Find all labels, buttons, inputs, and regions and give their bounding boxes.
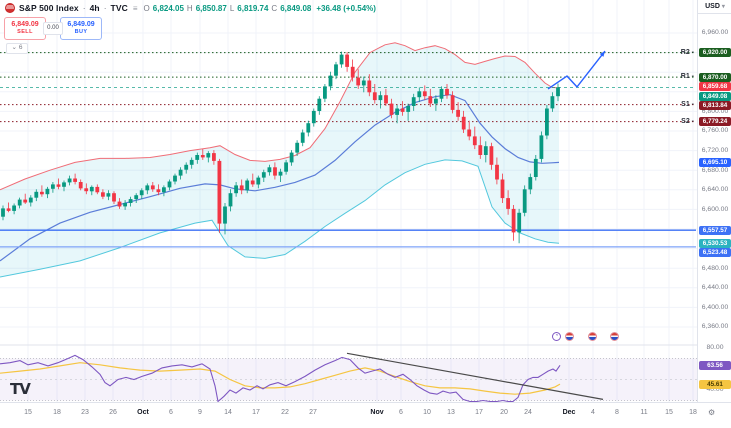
price-badge: 6,530.53 (699, 238, 731, 248)
price-tick-label: 6,640.00 (701, 186, 729, 194)
flag-event-icon[interactable] (565, 332, 574, 341)
time-label: 14 (224, 409, 232, 416)
flag-event-icon[interactable] (588, 332, 597, 341)
time-label: Nov (370, 409, 384, 416)
time-label: 17 (475, 409, 483, 416)
time-label: 13 (447, 409, 455, 416)
ohlc-value: 6,849.08 (280, 3, 312, 13)
gear-icon[interactable]: ⚙ (708, 408, 715, 417)
symbol-title[interactable]: S&P 500 Index (19, 3, 79, 13)
time-label: 23 (81, 409, 89, 416)
price-badge: 6,920.00 (699, 48, 731, 58)
chart-canvas[interactable] (0, 0, 731, 428)
time-label: 24 (524, 409, 532, 416)
currency-selector[interactable]: USD ▾ (698, 0, 731, 14)
ohlc-value: 6,819.74 (237, 3, 269, 13)
price-tick-label: 6,680.00 (701, 166, 729, 174)
ohlc-value: 6,850.87 (195, 3, 227, 13)
price-tick-label: 6,720.00 (701, 147, 729, 154)
time-label: 11 (640, 409, 648, 416)
time-label: 15 (24, 409, 32, 416)
spread-value: 0.00 (43, 22, 63, 35)
economic-event-icon[interactable]: ◔ (552, 332, 561, 341)
chevron-down-icon: ⌄ (11, 44, 17, 51)
time-label: 6 (399, 409, 403, 416)
time-label: 26 (109, 409, 117, 416)
pivot-label: S2 - (681, 117, 694, 125)
interval-label[interactable]: 4h (90, 3, 100, 13)
price-tick-label: 6,360.00 (701, 323, 729, 331)
time-label: 15 (665, 409, 673, 416)
price-badge: 6,557.57 (699, 225, 731, 235)
price-badge: 6,695.10 (699, 158, 731, 168)
price-tick-label: 6,960.00 (701, 29, 729, 37)
time-label: 8 (615, 409, 619, 416)
price-tick-label: 6,440.00 (701, 284, 729, 292)
legend-collapse-toggle[interactable]: ⌄ 6 (6, 43, 28, 54)
price-tick-label: 6,400.00 (701, 303, 729, 311)
pivot-label: S1 - (681, 100, 694, 108)
chevron-down-icon: ▾ (721, 4, 725, 10)
ohlc-label: L (229, 3, 235, 13)
pivot-label: R2 - (680, 48, 694, 56)
ohlc-label: H (186, 3, 193, 13)
time-label: 20 (500, 409, 508, 416)
time-label: 17 (252, 409, 260, 416)
time-label: 4 (591, 409, 595, 416)
time-label: 18 (53, 409, 61, 416)
sell-button[interactable]: 6,849.09 SELL (4, 17, 46, 40)
ohlc-value: 6,824.05 (152, 3, 184, 13)
time-label: 6 (169, 409, 173, 416)
time-label: 27 (309, 409, 317, 416)
price-badge: 6,849.08 (699, 91, 731, 101)
sell-price: 6,849.09 (11, 21, 39, 28)
rsi-badge: 63.56 (699, 360, 731, 370)
time-label: 10 (423, 409, 431, 416)
exchange-label: TVC (110, 3, 128, 13)
ohlc-label: C (271, 3, 278, 13)
legend-menu-icon[interactable]: ≡ (133, 4, 138, 13)
symbol-logo-icon (5, 3, 15, 13)
tradingview-watermark-logo: TV (10, 380, 31, 398)
time-label: Dec (562, 409, 576, 416)
pivot-label: R1 - (680, 73, 694, 81)
trade-panel: 6,849.09 SELL 0.00 6,849.09 BUY (4, 17, 102, 40)
buy-button[interactable]: 6,849.09 BUY (60, 17, 102, 40)
time-label: 9 (198, 409, 202, 416)
time-label: 18 (689, 409, 697, 416)
symbol-legend: S&P 500 Index · 4h · TVC ≡ O 6,824.05 H 6,8… (5, 3, 376, 13)
flag-event-icon[interactable] (610, 332, 619, 341)
time-label: 22 (281, 409, 289, 416)
rsi-badge: 45.61 (699, 379, 731, 389)
ohlc-values: O 6,824.05 H 6,850.87 L 6,819.74 C 6,849.08 (144, 4, 312, 13)
price-badge: 6,813.84 (699, 101, 731, 111)
price-badge: 6,859.68 (699, 82, 731, 92)
change-value: +36.48 (+0.54%) (316, 3, 376, 13)
ohlc-label: O (143, 3, 150, 13)
price-badge: 6,779.24 (699, 117, 731, 127)
rsi-tick-label: 80.00 (706, 344, 724, 352)
trading-chart-window: S&P 500 Index · 4h · TVC ≡ O 6,824.05 H 6,8… (0, 0, 731, 428)
time-axis[interactable]: ⚙ 15 18 23 26 Oct 6 9 14 17 22 27 Nov 6 10 13 17 20 24 Dec… (0, 402, 731, 428)
price-tick-label: 6,760.00 (701, 127, 729, 135)
price-tick-label: 6,480.00 (701, 264, 729, 272)
price-scale[interactable]: USD ▾ 6,960.00 6,800.00 6,760.00 6,720.00 6,… (697, 0, 731, 402)
time-label: Oct (137, 409, 149, 416)
price-badge: 6,523.48 (699, 248, 731, 258)
buy-price: 6,849.09 (67, 21, 95, 28)
price-tick-label: 6,600.00 (701, 205, 729, 213)
price-badge: 6,870.00 (699, 72, 731, 82)
